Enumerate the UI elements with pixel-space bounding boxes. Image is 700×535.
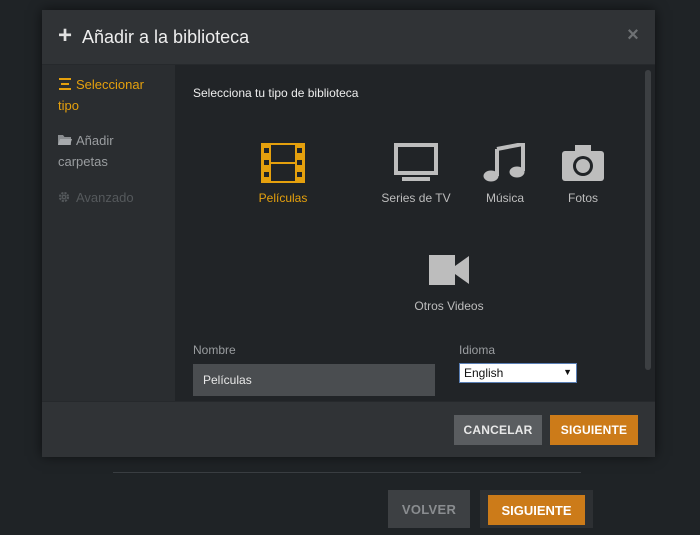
modal-header: + Añadir a la biblioteca × [42,10,655,65]
library-type-label: Series de TV [381,191,451,205]
cancel-button[interactable]: CANCELAR [454,415,542,445]
chevron-down-icon: ▼ [563,367,572,377]
sidebar-item-label-2: tipo [58,98,79,113]
name-input[interactable] [193,364,435,396]
sidebar-item-add-folders[interactable]: Añadir carpetas [58,130,170,172]
library-type-label: Música [485,191,524,205]
modal-content: Selecciona tu tipo de biblioteca Películ… [175,65,655,401]
music-icon [483,143,525,182]
sidebar-item-label-2: carpetas [58,154,108,169]
sidebar-item-label: Avanzado [76,190,134,205]
wizard-sidebar: Seleccionar tipo Añadir carpetas Avanzad… [42,65,175,401]
close-icon[interactable]: × [622,24,644,46]
next-button[interactable]: SIGUIENTE [550,415,638,445]
add-library-modal: + Añadir a la biblioteca × Seleccionar t… [42,10,655,457]
gear-icon [58,188,72,203]
library-type-label: Películas [258,191,308,205]
list-icon [58,75,72,90]
scrollbar-thumb[interactable] [645,70,651,370]
back-button[interactable]: VOLVER [388,490,470,528]
library-type-label: Otros Videos [414,299,484,313]
film-icon [261,143,305,183]
library-type-tv[interactable]: Series de TV [376,143,456,205]
sidebar-item-select-type[interactable]: Seleccionar tipo [58,74,170,116]
modal-title: Añadir a la biblioteca [82,27,250,47]
library-type-label: Fotos [567,191,598,205]
folder-icon [58,131,72,145]
name-label: Nombre [193,343,236,357]
section-title: Selecciona tu tipo de biblioteca [193,86,359,100]
camera-icon [562,145,604,181]
modal-footer: CANCELAR SIGUIENTE [42,401,655,457]
video-camera-icon [429,255,469,285]
tv-icon [394,143,438,181]
background-next-button[interactable]: SIGUIENTE [488,495,585,525]
sidebar-item-label: Seleccionar [76,77,144,92]
language-select-value: English [464,366,504,380]
sidebar-item-label: Añadir [76,133,114,148]
sidebar-item-advanced[interactable]: Avanzado [58,187,170,208]
language-label: Idioma [459,343,496,357]
library-type-other-videos[interactable]: Otros Videos [409,253,489,313]
plus-icon: + [58,22,73,49]
background-divider [113,472,581,473]
language-select[interactable]: English ▼ [459,363,577,383]
library-type-photos[interactable]: Fotos [543,143,623,205]
library-type-music[interactable]: Música [465,143,545,205]
library-type-movies[interactable]: Películas [243,143,323,205]
